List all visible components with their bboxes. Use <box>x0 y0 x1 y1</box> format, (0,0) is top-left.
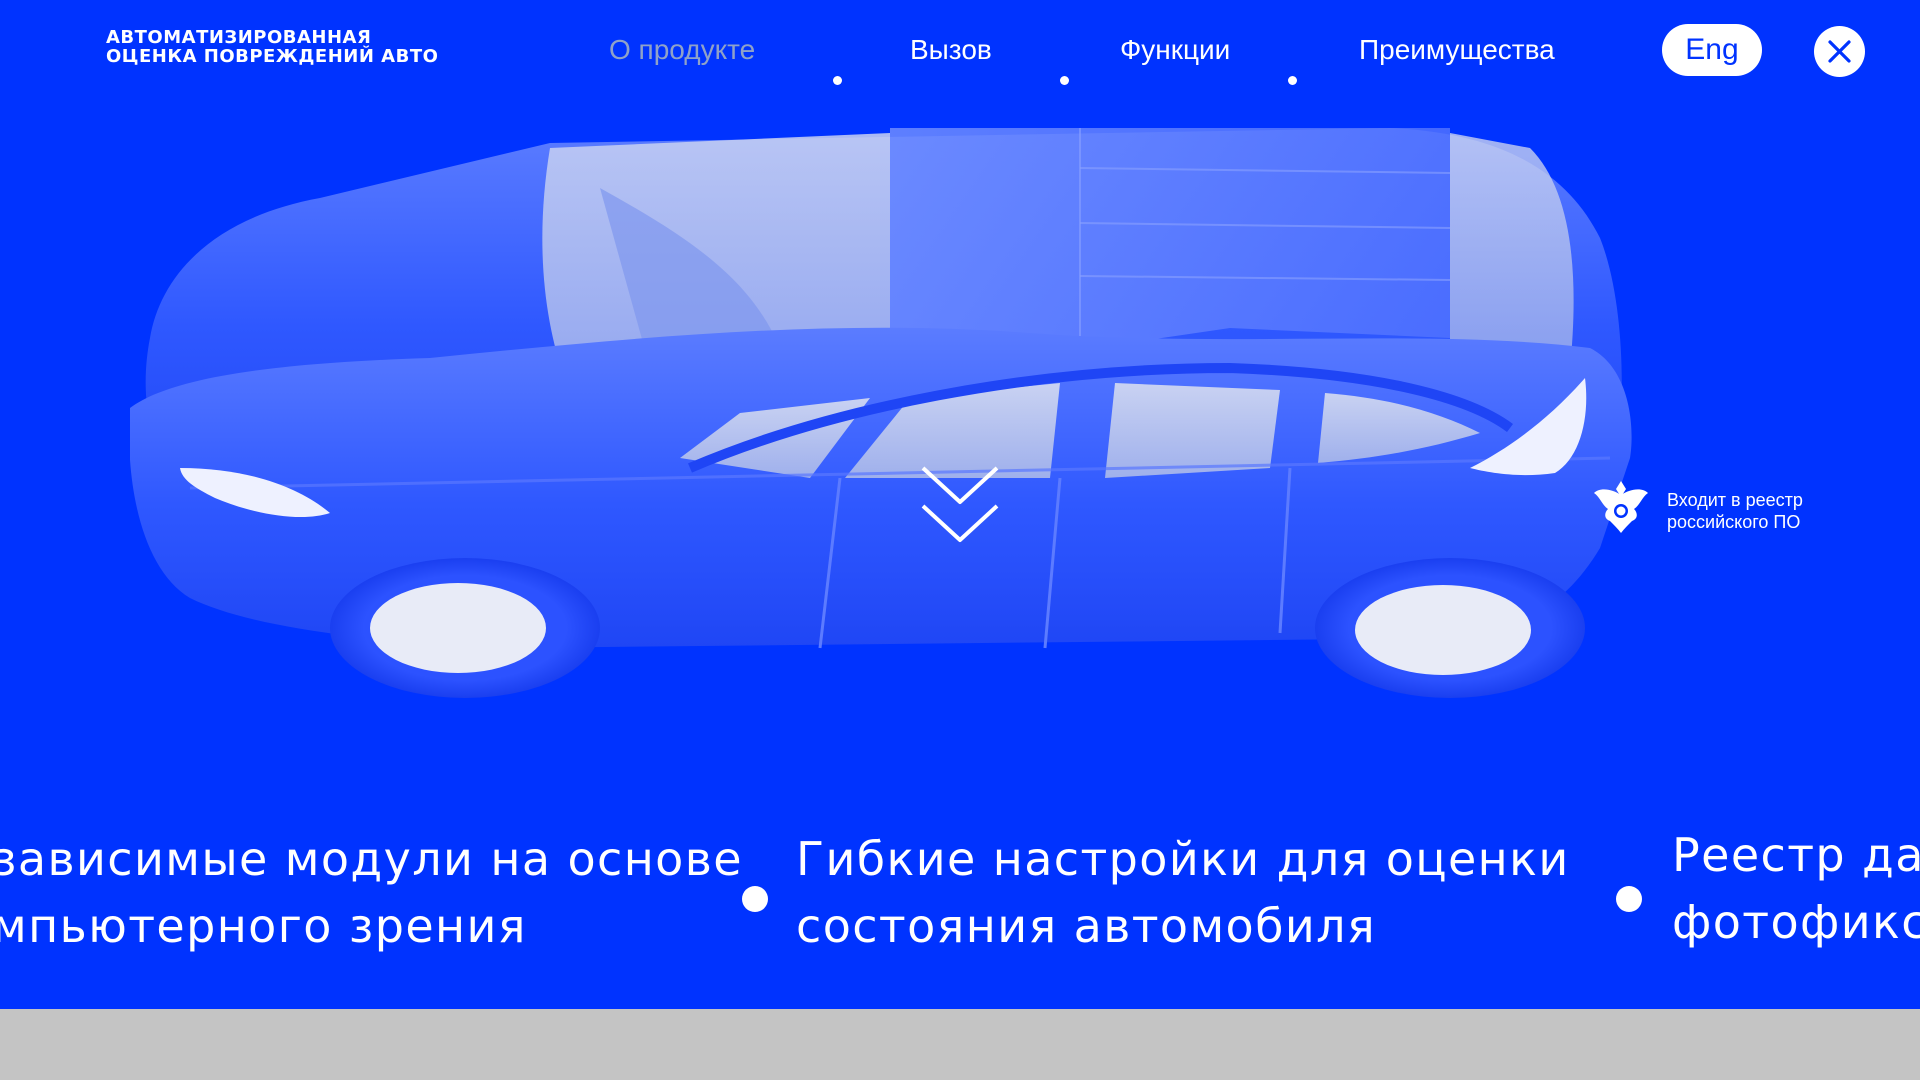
feature-item: зависимые модули на основе мпьютерного з… <box>0 826 743 960</box>
feature-line-1: зависимые модули на основе <box>0 832 743 886</box>
nav-item-call[interactable]: Вызов <box>910 30 992 70</box>
nav-item-about[interactable]: О продукте <box>609 30 755 70</box>
feature-line-1: Гибкие настройки для оценки <box>796 832 1570 886</box>
main-nav: О продукте Вызов Функции Преимущества <box>0 30 1920 85</box>
russian-coat-of-arms-icon <box>1594 481 1648 533</box>
feature-line-2: состояния автомобиля <box>796 899 1377 953</box>
feature-separator-dot <box>742 886 768 912</box>
feature-separator-dot <box>1616 886 1642 912</box>
close-button[interactable] <box>1814 26 1865 77</box>
nav-item-advantages[interactable]: Преимущества <box>1359 30 1555 70</box>
feature-item: Реестр да фотофикса <box>1672 822 1920 956</box>
feature-item: Гибкие настройки для оценки состояния ав… <box>796 826 1570 960</box>
nav-separator-dot <box>1060 76 1069 85</box>
feature-line-2: мпьютерного зрения <box>0 899 527 953</box>
chevron-double-down-icon[interactable] <box>915 462 1005 548</box>
feature-line-2: фотофикса <box>1672 895 1920 949</box>
nav-separator-dot <box>833 76 842 85</box>
registry-text: Входит в реестр российского ПО <box>1667 489 1803 533</box>
nav-separator-dot <box>1288 76 1297 85</box>
close-icon <box>1828 40 1851 63</box>
registry-line-2: российского ПО <box>1667 512 1801 532</box>
nav-item-functions[interactable]: Функции <box>1120 30 1230 70</box>
registry-line-1: Входит в реестр <box>1667 490 1803 510</box>
software-registry-badge: Входит в реестр российского ПО <box>1590 475 1830 537</box>
car-illustration <box>130 128 1632 698</box>
landing-page: АВТОМАТИЗИРОВАННАЯ ОЦЕНКА ПОВРЕЖДЕНИЙ АВ… <box>0 0 1920 1009</box>
language-switch-button[interactable]: Eng <box>1662 24 1762 76</box>
footer-strip <box>0 1009 1920 1080</box>
feature-line-1: Реестр да <box>1672 828 1920 882</box>
